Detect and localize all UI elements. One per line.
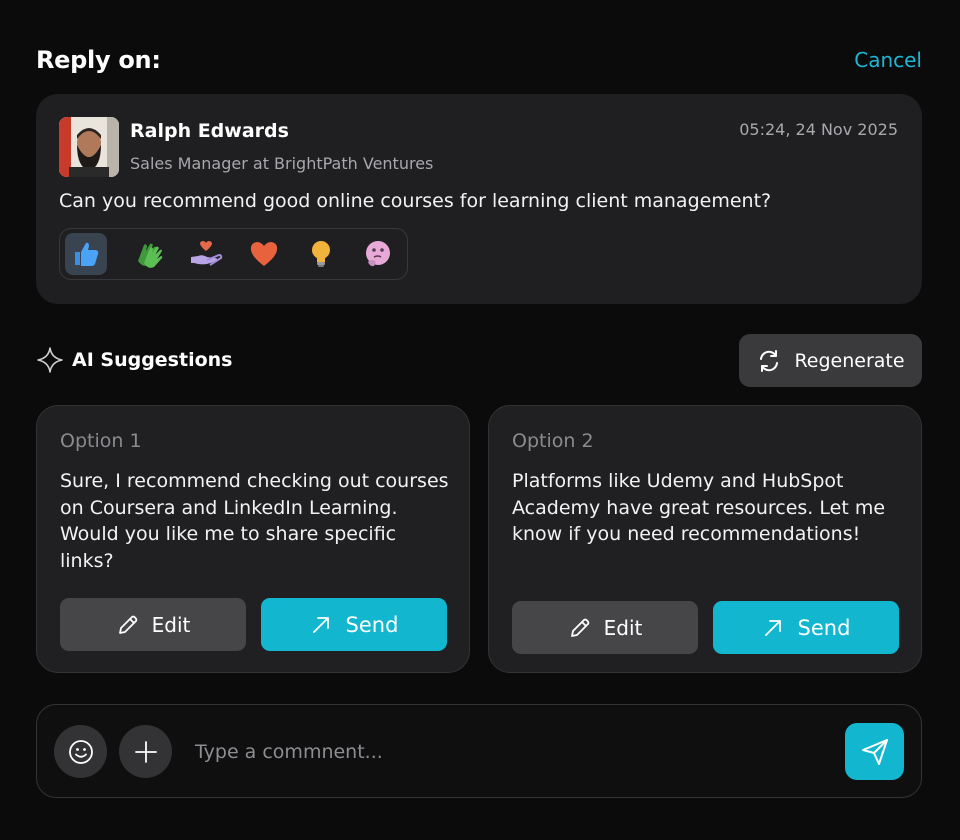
- reaction-bar: [59, 228, 408, 280]
- emoji-button[interactable]: [54, 725, 107, 778]
- edit-button[interactable]: Edit: [512, 601, 698, 654]
- smiley-icon: [68, 739, 93, 764]
- author-role: Sales Manager at BrightPath Ventures: [130, 154, 434, 173]
- regenerate-label: Regenerate: [794, 349, 905, 372]
- paper-plane-icon: [861, 738, 888, 765]
- heart-hand-icon: [191, 241, 223, 266]
- avatar-portrait-icon: [59, 117, 119, 177]
- reaction-insightful[interactable]: [292, 233, 349, 275]
- pencil-icon: [118, 615, 137, 634]
- post-timestamp: 05:24, 24 Nov 2025: [739, 120, 898, 139]
- lightbulb-icon: [312, 241, 331, 267]
- heart-icon: [250, 242, 277, 266]
- pencil-icon: [570, 618, 589, 637]
- suggestion-card-1: Option 1 Sure, I recommend checking out …: [36, 405, 470, 673]
- option-title: Option 1: [60, 430, 142, 452]
- ai-suggestions-label: AI Suggestions: [72, 349, 233, 371]
- arrow-up-right-icon: [312, 616, 329, 633]
- send-button[interactable]: Send: [261, 598, 447, 651]
- page-title: Reply on:: [36, 46, 161, 74]
- avatar: [59, 117, 119, 177]
- edit-label: Edit: [603, 615, 643, 640]
- option-text: Sure, I recommend checking out courses o…: [60, 470, 449, 572]
- reaction-love[interactable]: [235, 233, 292, 275]
- option-title: Option 2: [512, 430, 594, 452]
- send-comment-button[interactable]: [845, 723, 904, 780]
- ai-suggestions-row: AI Suggestions Regenerate: [36, 334, 922, 387]
- reaction-celebrate[interactable]: [121, 233, 178, 275]
- reply-header: Reply on: Cancel: [36, 42, 922, 78]
- refresh-icon: [760, 349, 779, 372]
- edit-label: Edit: [151, 612, 191, 637]
- comment-input[interactable]: [187, 729, 807, 774]
- reaction-curious[interactable]: [350, 233, 407, 275]
- thinking-face-icon: [366, 241, 391, 267]
- cancel-button[interactable]: Cancel: [854, 48, 922, 72]
- ai-suggestions-heading: AI Suggestions: [36, 346, 232, 374]
- clapping-hands-icon: [138, 243, 163, 268]
- regenerate-button[interactable]: Regenerate: [739, 334, 922, 387]
- author-name: Ralph Edwards: [130, 120, 289, 142]
- send-button[interactable]: Send: [713, 601, 899, 654]
- reaction-like[interactable]: [65, 233, 107, 275]
- arrow-up-right-icon: [764, 619, 781, 636]
- plus-icon: [134, 740, 157, 763]
- option-text: Platforms like Udemy and HubSpot Academy…: [512, 470, 886, 545]
- sparkle-icon: [37, 347, 63, 373]
- reaction-support[interactable]: [178, 233, 235, 275]
- send-label: Send: [797, 615, 851, 640]
- edit-button[interactable]: Edit: [60, 598, 246, 651]
- suggestion-card-2: Option 2 Platforms like Udemy and HubSpo…: [488, 405, 922, 673]
- original-post-card: Ralph Edwards Sales Manager at BrightPat…: [36, 94, 922, 304]
- post-text: Can you recommend good online courses fo…: [59, 190, 772, 212]
- thumbs-up-icon: [74, 242, 98, 266]
- comment-composer: [36, 704, 922, 798]
- add-attachment-button[interactable]: [119, 725, 172, 778]
- send-label: Send: [345, 612, 399, 637]
